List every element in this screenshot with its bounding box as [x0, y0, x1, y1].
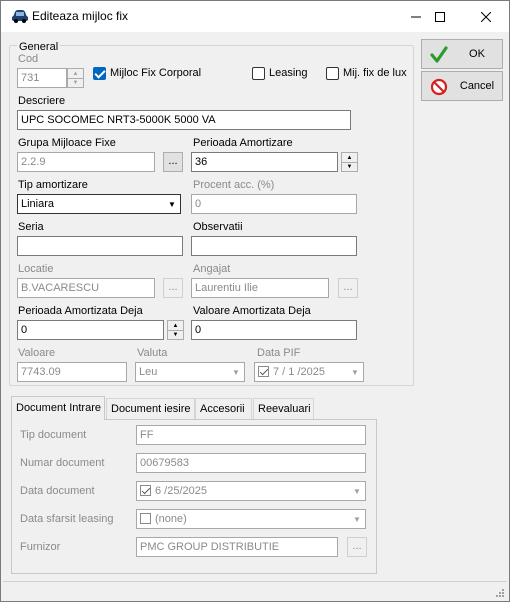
edit-asset-window: Editeaza mijloc fix General Cod 731 ▲ ▼ M…	[0, 0, 510, 602]
valuta-value: Leu	[139, 366, 158, 378]
seria-label: Seria	[18, 221, 44, 233]
status-bar	[3, 581, 507, 600]
maximize-icon	[435, 11, 445, 22]
title-bar: Editeaza mijloc fix	[1, 1, 509, 32]
seria-field[interactable]	[17, 236, 183, 256]
procent-field: 0	[191, 194, 357, 214]
chevron-down-icon: ▼	[353, 486, 361, 496]
close-icon	[481, 11, 491, 22]
valoare-field: 7743.09	[17, 362, 127, 382]
spin-up-icon: ▲	[72, 70, 79, 77]
data-sfarsit-leasing-value: (none)	[155, 513, 187, 525]
chevron-down-icon: ▼	[232, 367, 240, 377]
tip-amortizare-label: Tip amortizare	[18, 179, 88, 191]
tab-document-iesire[interactable]: Document iesire	[106, 398, 195, 419]
leasing-checkbox[interactable]	[252, 67, 265, 80]
data-pif-checkbox	[258, 366, 269, 377]
tip-amortizare-value: Liniara	[21, 198, 55, 210]
locatie-label: Locatie	[18, 263, 54, 275]
perioada-deja-label: Perioada Amortizata Deja	[18, 305, 143, 317]
car-icon	[12, 10, 28, 23]
perioada-label: Perioada Amortizare	[193, 137, 293, 149]
angajat-label: Angajat	[193, 263, 231, 275]
data-document-picker: 6 /25/2025 ▼	[136, 481, 366, 501]
size-grip-icon[interactable]	[494, 587, 504, 597]
tab-reevaluari[interactable]: Reevaluari	[253, 398, 314, 419]
spin-up-icon[interactable]: ▲	[168, 321, 183, 330]
data-document-checkbox	[140, 485, 151, 496]
data-pif-value: 7 / 1 /2025	[273, 366, 325, 378]
data-pif-picker: 7 / 1 /2025 ▼	[254, 362, 364, 382]
data-document-value: 6 /25/2025	[155, 485, 207, 497]
grupa-browse-button[interactable]: ...	[163, 152, 183, 172]
lux-checkbox[interactable]	[326, 67, 339, 80]
tab-accesorii[interactable]: Accesorii	[195, 398, 252, 419]
checkmark-icon	[430, 46, 448, 63]
perioada-deja-spinner[interactable]: ▲ ▼	[167, 320, 184, 340]
observatii-label: Observatii	[193, 221, 243, 233]
tip-document-field: FF	[136, 425, 366, 445]
data-sfarsit-leasing-picker: (none) ▼	[136, 509, 366, 529]
perioada-deja-field[interactable]: 0	[17, 320, 164, 340]
chevron-down-icon[interactable]: ▼	[164, 195, 180, 213]
no-entry-icon	[430, 78, 448, 96]
valoare-deja-label: Valoare Amortizata Deja	[193, 305, 311, 317]
valuta-select: Leu ▼	[135, 362, 245, 382]
cancel-button[interactable]: Cancel	[421, 71, 503, 101]
valoare-deja-field[interactable]: 0	[191, 320, 357, 340]
leasing-label: Leasing	[269, 67, 308, 79]
descriere-field[interactable]: UPC SOCOMEC NRT3-5000K 5000 VA	[17, 110, 351, 130]
tab-document-intrare[interactable]: Document Intrare	[11, 396, 105, 420]
cancel-label: Cancel	[459, 80, 495, 92]
data-pif-label: Data PIF	[257, 347, 301, 359]
lux-label: Mij. fix de lux	[343, 67, 407, 79]
grupa-field: 2.2.9	[17, 152, 155, 172]
angajat-browse-button: ...	[338, 278, 358, 298]
numar-document-label: Numar document	[20, 457, 105, 469]
observatii-field[interactable]	[191, 236, 357, 256]
perioada-spinner[interactable]: ▲ ▼	[341, 152, 358, 172]
spin-down-icon: ▼	[68, 78, 83, 87]
corporal-checkbox[interactable]	[93, 67, 106, 80]
furnizor-label: Furnizor	[20, 541, 61, 553]
chevron-down-icon: ▼	[353, 514, 361, 524]
ok-button[interactable]: OK	[421, 39, 503, 69]
chevron-down-icon: ▼	[351, 367, 359, 377]
grupa-label: Grupa Mijloace Fixe	[18, 137, 116, 149]
close-button[interactable]	[463, 1, 509, 32]
window-title: Editeaza mijloc fix	[32, 9, 129, 23]
furnizor-browse-button: ...	[347, 537, 367, 557]
perioada-field[interactable]: 36	[191, 152, 338, 172]
maximize-button[interactable]	[417, 1, 463, 32]
spin-up-icon[interactable]: ▲	[342, 153, 357, 162]
general-group-title: General	[17, 41, 61, 53]
numar-document-field: 00679583	[136, 453, 366, 473]
data-document-label: Data document	[20, 485, 95, 497]
corporal-label: Mijloc Fix Corporal	[110, 67, 202, 79]
locatie-browse-button: ...	[163, 278, 183, 298]
tip-amortizare-select[interactable]: Liniara ▼	[17, 194, 181, 214]
valuta-label: Valuta	[137, 347, 168, 359]
procent-label: Procent acc. (%)	[193, 179, 275, 191]
spin-down-icon[interactable]: ▼	[168, 330, 183, 339]
angajat-field: Laurentiu Ilie	[191, 278, 329, 298]
valoare-label: Valoare	[18, 347, 56, 359]
furnizor-field: PMC GROUP DISTRIBUTIE	[136, 537, 338, 557]
cod-field: 731	[17, 68, 67, 88]
spin-down-icon[interactable]: ▼	[342, 162, 357, 171]
locatie-field: B.VACARESCU	[17, 278, 155, 298]
tip-document-label: Tip document	[20, 429, 87, 441]
cod-label: Cod	[18, 53, 39, 65]
descriere-label: Descriere	[18, 95, 66, 107]
data-sfarsit-leasing-checkbox	[140, 513, 151, 524]
data-sfarsit-leasing-label: Data sfarsit leasing	[20, 513, 114, 525]
ok-label: OK	[469, 48, 485, 60]
cod-spinner: ▲ ▼	[67, 68, 84, 88]
